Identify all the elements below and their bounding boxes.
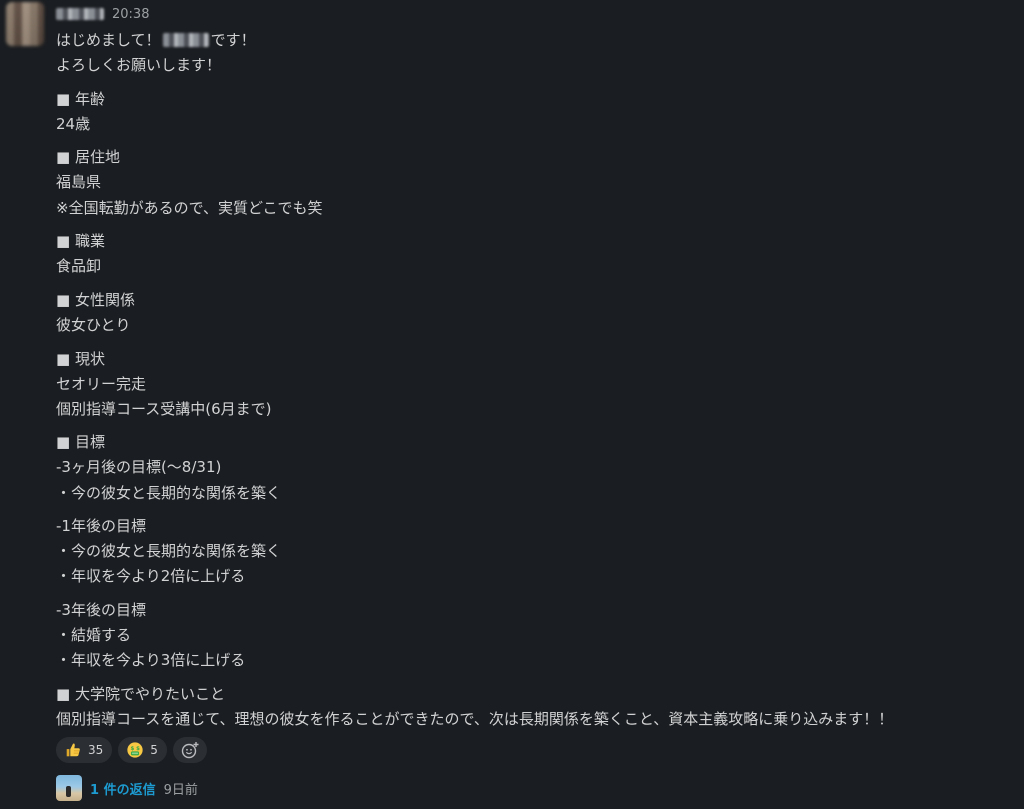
- message-line: -1年後の目標: [56, 517, 146, 536]
- reply-avatar[interactable]: [56, 775, 82, 801]
- message-header: 20:38: [56, 4, 149, 24]
- message-line: よろしくお願いします！: [56, 56, 222, 75]
- greeting-after: です！: [210, 31, 256, 49]
- message-line: 福島県: [56, 173, 102, 192]
- message-line: ・今の彼女と長期的な関係を築く: [56, 483, 282, 502]
- message-line: ■ 目標: [56, 433, 105, 452]
- greeting-line: はじめまして！ です！: [56, 28, 1016, 53]
- message-line: 個別指導コースを通じて、理想の彼女を作ることができたので、次は長期関係を築くこと…: [56, 709, 894, 728]
- add-reaction-icon: [181, 742, 199, 759]
- thread-replies-link[interactable]: 1 件の返信: [90, 779, 156, 798]
- message-line: ※全国転勤があるので、実質どこでも笑: [56, 198, 323, 217]
- message-line: 個別指導コース受講中(6月まで): [56, 399, 272, 418]
- message-line: 食品卸: [56, 257, 102, 276]
- add-reaction-button[interactable]: [172, 737, 207, 763]
- thumbs-up-icon: [66, 743, 80, 757]
- message-line: ■ 女性関係: [56, 290, 135, 309]
- message-line: ・結婚する: [56, 625, 132, 644]
- message-line: ・年収を今より3倍に上げる: [56, 651, 246, 670]
- message-line: ■ 年齢: [56, 89, 105, 108]
- greeting-before: はじめまして！: [56, 31, 161, 49]
- message-line: ■ 大学院でやりたいこと: [56, 684, 225, 703]
- svg-text:$: $: [131, 746, 135, 752]
- svg-text:$: $: [136, 746, 140, 752]
- message-body: はじめまして！ です！ よろしくお願いします！ ■ 年齢 24歳 ■ 居住地福島県 ※全国…: [56, 28, 1016, 732]
- reaction-count: 5: [150, 743, 158, 757]
- timestamp[interactable]: 20:38: [112, 7, 149, 22]
- message-line: -3ヶ月後の目標(〜8/31): [56, 458, 222, 477]
- message-line: ■ 職業: [56, 232, 105, 251]
- thread-last-reply-time: 9日前: [163, 782, 198, 798]
- redacted-name: [162, 33, 209, 47]
- message-line: ・年収を今より2倍に上げる: [56, 567, 246, 586]
- message-line: 24歳: [56, 114, 91, 133]
- message-line: ■ 居住地: [56, 148, 120, 167]
- thread-summary: 1 件の返信 9日前: [56, 775, 198, 801]
- message-lines: よろしくお願いします！ ■ 年齢 24歳 ■ 居住地福島県 ※全国転勤があるので、実質ど…: [56, 53, 1016, 732]
- avatar[interactable]: [6, 2, 44, 46]
- reaction-money-mouth[interactable]: $ $ 5: [118, 737, 167, 763]
- message: 20:38 はじめまして！ です！ よろしくお願いします！ ■ 年齢 24歳 ■ 居住地…: [0, 0, 1024, 809]
- message-line: 彼女ひとり: [56, 315, 131, 334]
- message-line: -3年後の目標: [56, 600, 146, 619]
- reaction-thumbs-up[interactable]: 35: [56, 737, 113, 763]
- message-line: セオリー完走: [56, 374, 147, 393]
- message-line: ■ 現状: [56, 349, 105, 368]
- reactions-bar: 35 $ $ 5: [56, 737, 207, 763]
- message-line: ・今の彼女と長期的な関係を築く: [56, 542, 282, 561]
- money-mouth-face-icon: $ $: [127, 742, 143, 758]
- reaction-count: 35: [88, 743, 104, 757]
- sender-name[interactable]: [56, 8, 104, 20]
